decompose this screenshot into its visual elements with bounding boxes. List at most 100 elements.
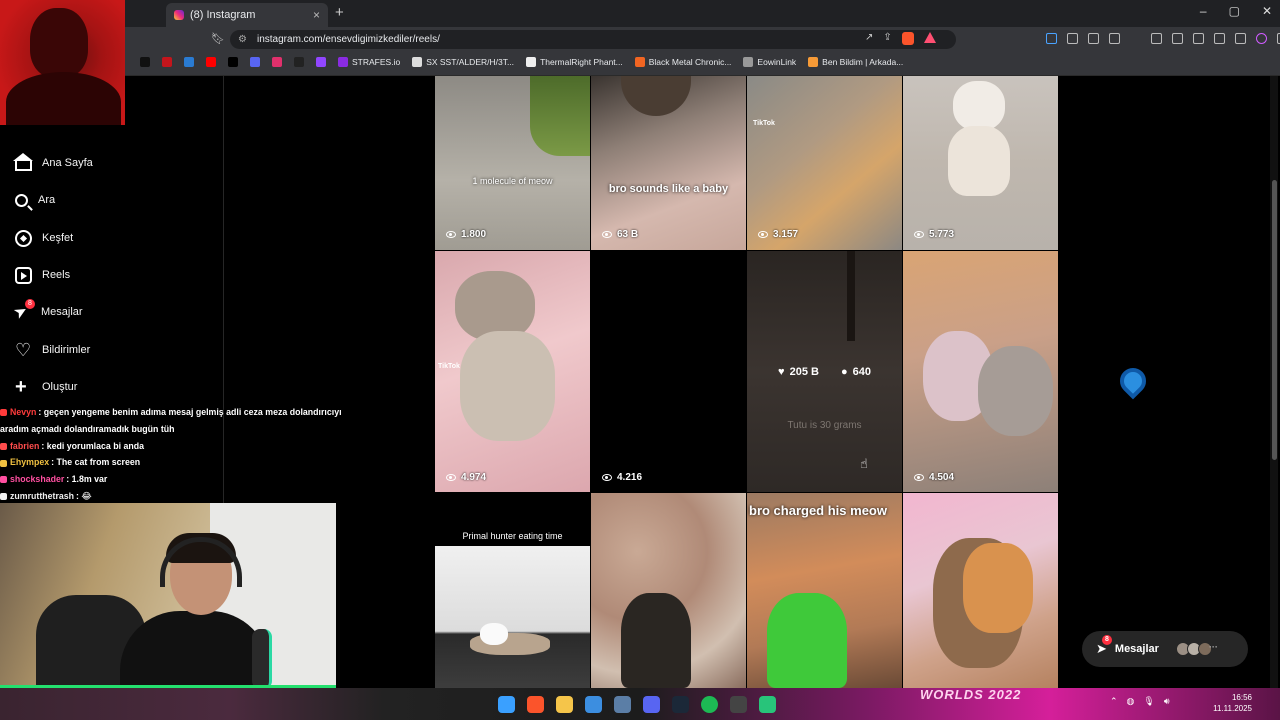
reel-tile[interactable]	[903, 493, 1058, 688]
close-window-button[interactable]: ✕	[1262, 4, 1272, 18]
bookmark-item[interactable]: Black Metal Chronic...	[634, 57, 732, 67]
url-text: instagram.com/ensevdigimizkediler/reels/	[257, 34, 440, 45]
reel-tile[interactable]: 5.773	[903, 76, 1058, 250]
tab-close-icon[interactable]: ×	[313, 8, 320, 22]
file-app-icon[interactable]	[730, 696, 747, 713]
scrollbar-thumb[interactable]	[1272, 180, 1277, 460]
brave-browser-icon[interactable]	[527, 696, 544, 713]
bookmark-label: Black Metal Chronic...	[648, 57, 732, 67]
bookmark-icon[interactable]: 🔖︎	[211, 32, 225, 45]
browser-tab-strip: (8) Instagram × + – ▢ ✕	[0, 0, 1280, 27]
reel-tile[interactable]: bro charged his meow	[747, 493, 902, 688]
chevron-up-icon[interactable]: ⌃	[1110, 696, 1118, 707]
new-tab-button[interactable]: +	[335, 4, 344, 21]
steam-icon[interactable]	[672, 696, 689, 713]
windows-start-icon[interactable]	[498, 696, 515, 713]
bookmark-label: ThermalRight Phant...	[540, 57, 623, 67]
mic-tray-icon[interactable]: 🎙︎	[1143, 696, 1154, 707]
views-count: 1.800	[461, 229, 487, 240]
open-external-icon[interactable]: ↗	[865, 32, 873, 45]
discord-icon[interactable]	[643, 696, 660, 713]
bookmark-favicon-icon	[250, 57, 260, 67]
leo-icon[interactable]	[1214, 33, 1225, 44]
maximize-button[interactable]: ▢	[1229, 4, 1240, 18]
wallet-icon[interactable]	[1193, 33, 1204, 44]
reel-tile[interactable]: 1 molecule of meow 1.800	[435, 76, 590, 250]
music-icon[interactable]	[1151, 33, 1162, 44]
bookmark-item[interactable]	[250, 57, 260, 67]
extension-icon[interactable]	[1130, 33, 1141, 44]
profile-icon[interactable]	[1256, 33, 1267, 44]
sidebar-item-explore[interactable]: Keşfet	[15, 227, 205, 249]
extension-icon[interactable]	[1046, 33, 1057, 44]
messages-badge: 8	[25, 299, 35, 309]
reel-tile[interactable]: TikTok 3.157	[747, 76, 902, 250]
messages-badge: 8	[1102, 635, 1112, 645]
reel-views: 4.504	[914, 472, 954, 483]
reel-views: 4.974	[446, 472, 486, 483]
bookmark-item[interactable]: EowinLink	[743, 57, 796, 67]
site-settings-icon[interactable]: ⚙︎	[238, 30, 247, 49]
bookmark-item[interactable]	[206, 57, 216, 67]
brave-shield-icon[interactable]	[901, 32, 914, 45]
browser-tab[interactable]: (8) Instagram ×	[166, 3, 328, 27]
sidebar-item-label: Keşfet	[42, 232, 74, 244]
volume-icon[interactable]: 🔊︎	[1164, 696, 1170, 707]
streaming-app-icon[interactable]	[759, 696, 776, 713]
sidebar-icon[interactable]	[1172, 33, 1183, 44]
extension-icon[interactable]	[1109, 33, 1120, 44]
brave-rewards-icon[interactable]	[923, 32, 936, 43]
bookmark-item[interactable]: SX SST/ALDER/H/3T...	[412, 57, 514, 67]
bookmark-favicon-icon	[412, 57, 423, 67]
reel-tile-hovered[interactable]: ♥ 205 B ● 640 Tutu is 30 grams ☝︎	[747, 251, 902, 492]
reel-caption: bro charged his meow	[749, 503, 887, 518]
extension-icon[interactable]	[1067, 33, 1078, 44]
bookmark-favicon-icon	[338, 57, 348, 67]
bookmark-item[interactable]: Ben Bildim | Arkada...	[808, 57, 903, 67]
reel-tile[interactable]: 4.216	[591, 251, 746, 492]
reel-tile[interactable]: 4.504	[903, 251, 1058, 492]
share-icon[interactable]: ⇪	[883, 32, 891, 45]
settings-app-icon[interactable]	[614, 696, 631, 713]
messages-button[interactable]: ➤ 8 Mesajlar ···	[1082, 631, 1248, 667]
reel-caption: 1 molecule of meow	[472, 176, 553, 186]
chat-badge-icon	[0, 459, 7, 467]
bookmark-favicon-icon	[634, 57, 645, 67]
taskbar-clock[interactable]: 16:56 11.11.2025	[1208, 692, 1252, 714]
bookmark-item[interactable]	[294, 57, 304, 67]
screen: (8) Instagram × + – ▢ ✕ 🔖︎ ⚙︎ instagram.…	[0, 0, 1280, 720]
file-explorer-icon[interactable]	[556, 696, 573, 713]
bookmark-item[interactable]	[184, 57, 194, 67]
reel-tile[interactable]: bro sounds like a baby 63 B	[591, 76, 746, 250]
sidebar-item-messages[interactable]: 8 Mesajlar	[15, 299, 205, 323]
sidebar-item-label: Ana Sayfa	[42, 157, 93, 169]
bookmark-item[interactable]	[272, 57, 282, 67]
reel-tile[interactable]	[591, 493, 746, 688]
minimize-button[interactable]: –	[1200, 4, 1207, 18]
sidebar-item-home[interactable]: Ana Sayfa	[13, 152, 205, 174]
photos-icon[interactable]	[585, 696, 602, 713]
bookmark-item[interactable]	[162, 57, 172, 67]
network-icon[interactable]: ◍	[1127, 696, 1135, 707]
likes-count: 205 B	[789, 366, 819, 378]
url-field[interactable]: ⚙︎ instagram.com/ensevdigimizkediler/ree…	[230, 30, 956, 49]
bookmark-favicon-icon	[743, 57, 754, 67]
reel-tile[interactable]: TikTok 4.974	[435, 251, 590, 492]
bookmark-item[interactable]: ThermalRight Phant...	[526, 57, 623, 67]
reel-tile[interactable]: Primal hunter eating time	[435, 493, 590, 688]
sidebar-item-reels[interactable]: Reels	[15, 264, 205, 286]
page-scrollbar[interactable]	[1270, 76, 1278, 688]
vpn-icon[interactable]	[1235, 33, 1246, 44]
bookmark-item[interactable]	[316, 57, 326, 67]
sidebar-item-search[interactable]: Ara	[15, 189, 205, 211]
bookmark-item[interactable]: STRAFES.io	[338, 57, 400, 67]
reel-views: 3.157	[758, 229, 798, 240]
eye-icon	[602, 474, 612, 481]
bookmark-item[interactable]	[228, 57, 238, 67]
bookmark-item[interactable]	[140, 57, 150, 67]
sidebar-item-create[interactable]: + Oluştur	[15, 376, 205, 398]
puzzle-icon[interactable]	[1088, 33, 1099, 44]
kitten-shape	[978, 346, 1053, 436]
sidebar-item-notifications[interactable]: ♡ Bildirimler	[15, 339, 205, 361]
spotify-icon[interactable]	[701, 696, 718, 713]
